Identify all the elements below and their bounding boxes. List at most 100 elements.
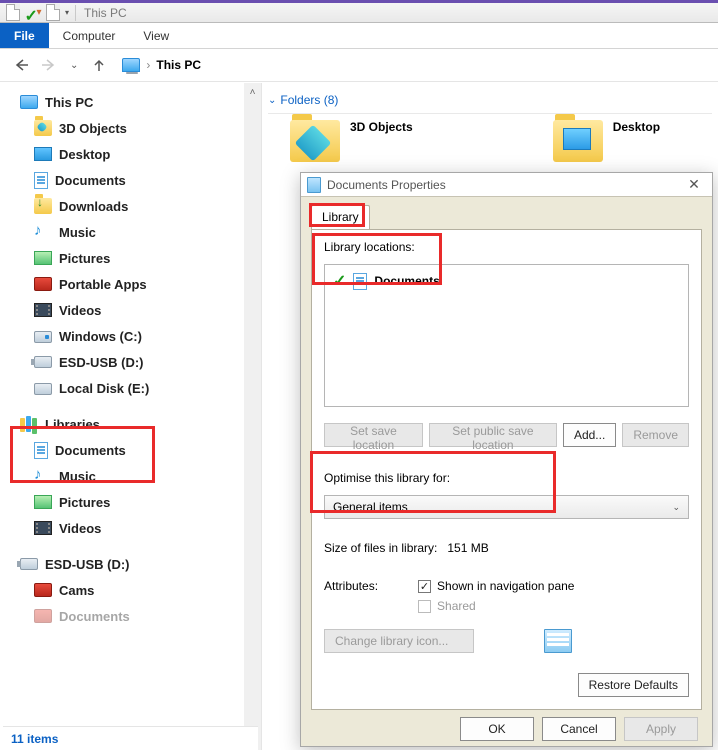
videos-icon [34,521,52,535]
sidebar-item-documents[interactable]: Documents [20,167,257,193]
library-locations-label: Library locations: [324,240,689,254]
library-preview-icon [544,629,572,653]
optimise-label: Optimise this library for: [324,471,689,485]
remove-button[interactable]: Remove [622,423,689,447]
dialog-titlebar[interactable]: Documents Properties ✕ [301,173,712,197]
folder-label: 3D Objects [350,120,413,134]
tab-file[interactable]: File [0,23,49,48]
sidebar-libraries[interactable]: Libraries [20,411,257,437]
sidebar-scrollbar[interactable]: ˄ ˅ [244,83,261,750]
sidebar-item-label: Pictures [59,495,110,510]
library-location-item[interactable]: ✓ Documents [333,271,680,291]
sidebar-usb-documents[interactable]: Documents [20,603,257,629]
sidebar-item-label: Music [59,469,96,484]
apply-button[interactable]: Apply [624,717,698,741]
ok-button[interactable]: OK [460,717,534,741]
shared-checkbox[interactable] [418,600,431,613]
pictures-icon [34,495,52,509]
sidebar-item-label: Pictures [59,251,110,266]
ribbon-tabs: File Computer View [0,23,718,49]
sidebar-item-esd-usb-d[interactable]: ESD-USB (D:) [20,349,257,375]
restore-defaults-button[interactable]: Restore Defaults [578,673,689,697]
attributes-label: Attributes: [324,579,378,593]
sidebar-lib-documents[interactable]: Documents [20,437,257,463]
sidebar-lib-videos[interactable]: Videos [20,515,257,541]
sidebar-lib-pictures[interactable]: Pictures [20,489,257,515]
sidebar-this-pc[interactable]: This PC [20,89,257,115]
nav-back-button[interactable] [12,56,30,74]
sidebar-item-label: Documents [55,173,126,188]
folders-header-text: Folders (8) [280,93,338,107]
folder-icon [290,120,340,162]
libraries-icon [20,416,38,432]
properties-icon [6,4,20,21]
optimise-value: General items [333,500,408,514]
qat-newfolder-icon[interactable] [43,4,63,22]
tab-computer[interactable]: Computer [49,23,130,48]
folder-label: Desktop [613,120,660,134]
sidebar-item-downloads[interactable]: Downloads [20,193,257,219]
sidebar-lib-music[interactable]: ♪Music [20,463,257,489]
folder-icon [34,609,52,623]
chevron-right-icon: › [146,58,150,72]
sidebar-item-desktop[interactable]: Desktop [20,141,257,167]
navigation-pane: This PC 3D Objects Desktop Documents Dow… [0,83,262,750]
set-public-save-location-button[interactable]: Set public save location [429,423,557,447]
sidebar-item-label: Local Disk (E:) [59,381,149,396]
pictures-icon [34,251,52,265]
check-icon: ✓ [333,271,346,291]
folder-icon [34,583,52,597]
qat-customize-dropdown[interactable]: ▾ [63,8,71,17]
chevron-down-icon: ⌄ [672,502,680,513]
size-value: 151 MB [447,541,488,555]
add-button[interactable]: Add... [563,423,616,447]
sidebar-item-label: Documents [59,609,130,624]
sidebar-label: Libraries [45,417,100,432]
shared-label: Shared [437,599,476,613]
shown-in-nav-checkbox[interactable]: ✓ [418,580,431,593]
desktop-icon [34,147,52,161]
folder-desktop[interactable]: Desktop [553,120,660,162]
folders-group-header[interactable]: ⌄ Folders (8) [268,91,712,114]
navigation-bar: ⌄ › This PC [0,49,718,82]
tab-view[interactable]: View [129,23,183,48]
set-save-location-button[interactable]: Set save location [324,423,423,447]
close-button[interactable]: ✕ [682,176,706,193]
sidebar-item-3d-objects[interactable]: 3D Objects [20,115,257,141]
folder-icon [553,120,603,162]
this-pc-icon [20,95,38,109]
address-bar[interactable]: › This PC [122,58,201,72]
documents-icon [353,273,367,290]
sidebar-item-videos[interactable]: Videos [20,297,257,323]
nav-recent-dropdown[interactable]: ⌄ [68,60,80,71]
documents-icon [34,442,48,459]
sidebar-item-music[interactable]: ♪Music [20,219,257,245]
sidebar-item-portable-apps[interactable]: Portable Apps [20,271,257,297]
music-icon: ♪ [34,224,52,240]
sidebar-item-windows-c[interactable]: Windows (C:) [20,323,257,349]
folder-3d-objects[interactable]: 3D Objects [290,120,413,162]
title-bar: ✓▾ ▾ This PC [0,0,718,23]
qat-properties-icon[interactable] [3,4,23,22]
drive-icon [34,331,52,343]
library-locations-list[interactable]: ✓ Documents [324,264,689,407]
usb-drive-icon [20,558,38,570]
sidebar-label: ESD-USB (D:) [45,557,130,572]
cancel-button[interactable]: Cancel [542,717,616,741]
sidebar-usb-cams[interactable]: Cams [20,577,257,603]
properties-dialog: Documents Properties ✕ Library Library l… [300,172,713,747]
size-label: Size of files in library: [324,541,437,555]
sidebar-esd-usb-root[interactable]: ESD-USB (D:) [20,551,257,577]
scroll-up-icon[interactable]: ˄ [250,87,256,98]
nav-forward-button[interactable] [40,56,58,74]
optimise-select[interactable]: General items ⌄ [324,495,689,519]
nav-up-button[interactable] [90,56,108,74]
tab-library[interactable]: Library [311,205,370,229]
dialog-title: Documents Properties [327,178,682,192]
folder-icon [34,120,52,136]
sidebar-item-local-disk-e[interactable]: Local Disk (E:) [20,375,257,401]
qat-check-icon[interactable]: ✓▾ [23,4,43,22]
change-library-icon-button[interactable]: Change library icon... [324,629,474,653]
drive-icon [34,383,52,395]
sidebar-item-pictures[interactable]: Pictures [20,245,257,271]
